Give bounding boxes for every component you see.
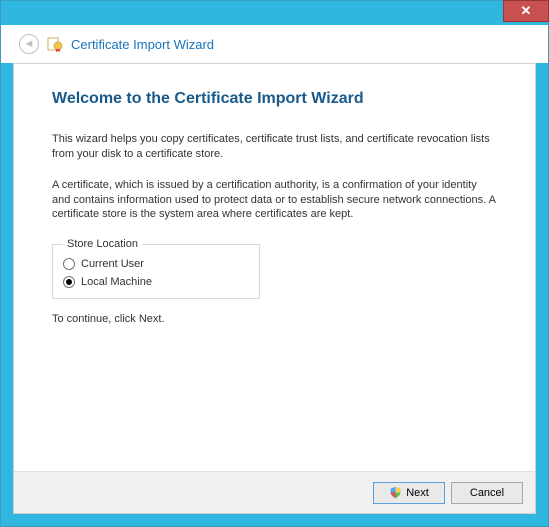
radio-icon (63, 258, 75, 270)
content-pane: Welcome to the Certificate Import Wizard… (13, 63, 536, 514)
radio-label: Current User (81, 258, 144, 270)
close-button[interactable]: ✕ (503, 0, 549, 22)
certificate-icon (47, 36, 63, 52)
cancel-button[interactable]: Cancel (451, 482, 523, 504)
radio-label: Local Machine (81, 276, 152, 288)
title-bar: ✕ (1, 1, 548, 25)
page-heading: Welcome to the Certificate Import Wizard (52, 90, 497, 108)
header-title: Certificate Import Wizard (71, 37, 214, 52)
header-strip: ◄ Certificate Import Wizard (1, 25, 548, 63)
store-location-group: Store Location Current User Local Machin… (52, 238, 260, 299)
close-icon: ✕ (521, 3, 532, 19)
next-label: Next (406, 487, 429, 499)
store-location-legend: Store Location (63, 238, 142, 250)
shield-icon (389, 486, 402, 499)
back-arrow-icon: ◄ (24, 38, 35, 50)
explain-text: A certificate, which is issued by a cert… (52, 178, 497, 223)
footer-bar: Next Cancel (14, 471, 535, 513)
radio-local-machine[interactable]: Local Machine (63, 276, 249, 288)
cancel-label: Cancel (470, 487, 504, 499)
back-button: ◄ (19, 34, 39, 54)
intro-text: This wizard helps you copy certificates,… (52, 132, 497, 162)
radio-icon (63, 276, 75, 288)
wizard-window: ✕ ◄ Certificate Import Wizard Welcome to… (0, 0, 549, 527)
next-button[interactable]: Next (373, 482, 445, 504)
continue-hint: To continue, click Next. (52, 313, 497, 325)
radio-current-user[interactable]: Current User (63, 258, 249, 270)
